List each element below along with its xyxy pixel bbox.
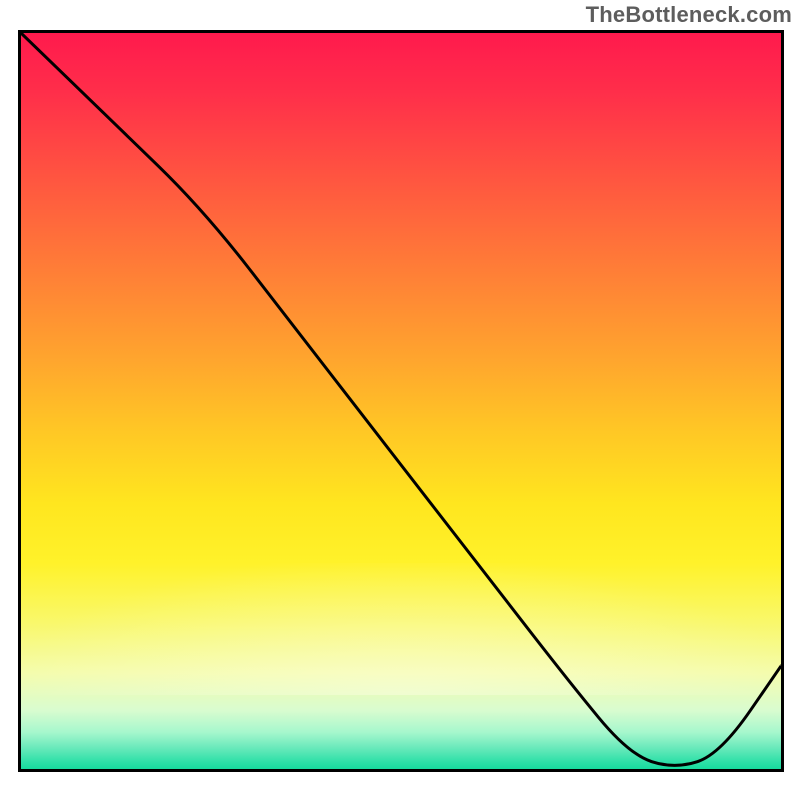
- plot-area: [18, 30, 784, 772]
- curve-path: [21, 33, 781, 765]
- optimal-range-marker: [618, 770, 710, 772]
- bottleneck-curve: [21, 33, 781, 769]
- chart-root: TheBottleneck.com: [0, 0, 800, 800]
- attribution-text: TheBottleneck.com: [586, 2, 792, 28]
